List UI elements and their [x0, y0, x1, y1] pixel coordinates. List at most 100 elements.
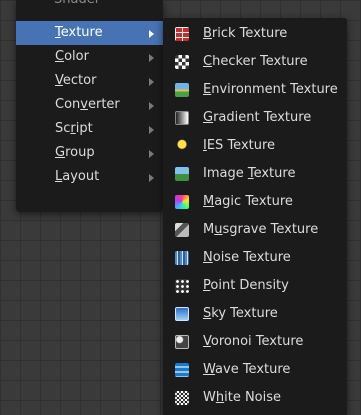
- node-editor-canvas: { "menu": { "cut_off_item": "Shader", "i…: [0, 0, 361, 415]
- mnemonic-letter: B: [203, 26, 212, 41]
- submenu-item-brick-texture[interactable]: Brick Texture: [163, 20, 347, 48]
- mnemonic-letter: C: [55, 49, 65, 64]
- voronoi-texture-icon: [175, 335, 189, 349]
- menu-item-vector-label-post: ector: [62, 73, 97, 88]
- submenu-arrow-icon: [149, 102, 154, 110]
- menu-item-converter-label: Converter: [55, 93, 120, 117]
- submenu-item-white-noise-label: White Noise: [203, 384, 281, 412]
- musgrave-texture-icon: [175, 223, 189, 237]
- submenu-arrow-icon: [149, 126, 154, 134]
- submenu-item-noise-texture[interactable]: Noise Texture: [163, 244, 347, 272]
- submenu-item-image-texture-label: Image Texture: [203, 160, 295, 188]
- submenu-item-gradient-texture-label-post: radient Texture: [213, 110, 312, 125]
- submenu-item-magic-texture[interactable]: Magic Texture: [163, 188, 347, 216]
- menu-item-layout-label-post: ayout: [62, 169, 100, 184]
- submenu-item-voronoi-texture-label: Voronoi Texture: [203, 328, 303, 356]
- submenu-item-image-texture-label-pre: Image: [203, 166, 248, 181]
- menu-item-group-label: Group: [55, 141, 95, 165]
- submenu-arrow-icon: [149, 54, 154, 62]
- mnemonic-letter: E: [203, 82, 212, 97]
- menu-item-texture-label: Texture: [55, 21, 103, 45]
- submenu-arrow-icon: [149, 174, 154, 182]
- texture-submenu: Brick Texture Checker Texture Environment …: [163, 18, 347, 415]
- mnemonic-letter: h: [215, 390, 225, 405]
- menu-item-group[interactable]: Group: [16, 141, 163, 165]
- sky-texture-icon: [175, 307, 189, 321]
- mnemonic-letter: C: [203, 54, 213, 69]
- submenu-item-wave-texture-label: Wave Texture: [203, 356, 290, 384]
- submenu-item-image-texture[interactable]: Image Texture: [163, 160, 347, 188]
- submenu-item-magic-texture-label-post: agic Texture: [214, 194, 293, 209]
- menu-item-shader-cut-off[interactable]: Shader: [54, 0, 100, 8]
- ies-texture-icon: [175, 139, 189, 153]
- menu-item-converter[interactable]: Converter: [16, 93, 163, 117]
- submenu-item-ies-texture[interactable]: IES Texture: [163, 132, 347, 160]
- submenu-item-sky-texture-label: Sky Texture: [203, 300, 278, 328]
- menu-item-color-label-post: olor: [64, 49, 89, 64]
- brick-texture-icon: [175, 27, 189, 41]
- submenu-item-wave-texture-label-post: ave Texture: [215, 362, 291, 377]
- menu-item-vector-label: Vector: [55, 69, 96, 93]
- noise-texture-icon: [175, 251, 189, 265]
- submenu-item-sky-texture-label-post: ky Texture: [211, 306, 278, 321]
- submenu-item-noise-texture-label: Noise Texture: [203, 244, 291, 272]
- menu-item-script-label-post: ipt: [75, 121, 93, 136]
- submenu-item-voronoi-texture-label-post: oronoi Texture: [210, 334, 304, 349]
- submenu-item-voronoi-texture[interactable]: Voronoi Texture: [163, 328, 347, 356]
- checker-texture-icon: [175, 55, 189, 69]
- submenu-item-environment-texture-label: Environment Texture: [203, 76, 338, 104]
- image-texture-icon: [175, 167, 189, 181]
- menu-item-color[interactable]: Color: [16, 45, 163, 69]
- add-menu: Shader TextureColorVectorConverterScript…: [16, 0, 163, 212]
- mnemonic-letter: G: [55, 145, 66, 160]
- submenu-item-point-density-label-post: oint Density: [210, 278, 289, 293]
- magic-texture-icon: [175, 195, 189, 209]
- submenu-item-brick-texture-label-post: rick Texture: [211, 26, 288, 41]
- submenu-item-white-noise[interactable]: White Noise: [163, 384, 347, 412]
- submenu-item-white-noise-label-post: ite Noise: [224, 390, 282, 405]
- submenu-item-musgrave-texture[interactable]: Musgrave Texture: [163, 216, 347, 244]
- menu-item-layout[interactable]: Layout: [16, 165, 163, 189]
- submenu-item-ies-texture-label: IES Texture: [203, 132, 275, 160]
- submenu-item-point-density-label: Point Density: [203, 272, 289, 300]
- submenu-item-environment-texture[interactable]: Environment Texture: [163, 76, 347, 104]
- environment-texture-icon: [175, 83, 189, 97]
- submenu-arrow-icon: [149, 78, 154, 86]
- mnemonic-letter: V: [55, 73, 63, 88]
- mnemonic-letter: N: [203, 250, 213, 265]
- mnemonic-letter: v: [80, 97, 88, 112]
- menu-item-script-label: Script: [55, 117, 93, 141]
- menu-item-texture[interactable]: Texture: [16, 21, 163, 45]
- submenu-item-sky-texture[interactable]: Sky Texture: [163, 300, 347, 328]
- mnemonic-letter: G: [203, 110, 214, 125]
- submenu-item-image-texture-label-post: exture: [253, 166, 296, 181]
- submenu-item-checker-texture-label-post: hecker Texture: [212, 54, 308, 69]
- submenu-item-gradient-texture[interactable]: Gradient Texture: [163, 104, 347, 132]
- submenu-item-magic-texture-label: Magic Texture: [203, 188, 293, 216]
- mnemonic-letter: M: [203, 194, 215, 209]
- submenu-item-white-noise-label-pre: W: [203, 390, 216, 405]
- submenu-item-environment-texture-label-post: nvironment Texture: [211, 82, 338, 97]
- menu-item-script[interactable]: Script: [16, 117, 163, 141]
- menu-item-layout-label: Layout: [55, 165, 99, 189]
- menu-item-converter-label-post: erter: [87, 97, 120, 112]
- menu-item-color-label: Color: [55, 45, 89, 69]
- point-density-icon: [175, 279, 189, 293]
- menu-item-converter-label-pre: Con: [55, 97, 81, 112]
- white-noise-icon: [175, 391, 189, 405]
- menu-item-texture-label-post: exture: [60, 25, 103, 40]
- submenu-arrow-icon: [149, 30, 154, 38]
- submenu-item-point-density[interactable]: Point Density: [163, 272, 347, 300]
- submenu-item-musgrave-texture-label: Musgrave Texture: [203, 216, 318, 244]
- mnemonic-letter: V: [203, 334, 211, 349]
- submenu-item-musgrave-texture-label-post: sgrave Texture: [222, 222, 319, 237]
- submenu-item-musgrave-texture-label-pre: M: [203, 222, 215, 237]
- submenu-item-gradient-texture-label: Gradient Texture: [203, 104, 311, 132]
- submenu-item-checker-texture[interactable]: Checker Texture: [163, 48, 347, 76]
- submenu-item-wave-texture[interactable]: Wave Texture: [163, 356, 347, 384]
- submenu-item-ies-texture-label-post: ES Texture: [206, 138, 276, 153]
- submenu-arrow-icon: [149, 150, 154, 158]
- menu-item-group-label-post: roup: [65, 145, 95, 160]
- menu-item-vector[interactable]: Vector: [16, 69, 163, 93]
- submenu-item-brick-texture-label: Brick Texture: [203, 20, 287, 48]
